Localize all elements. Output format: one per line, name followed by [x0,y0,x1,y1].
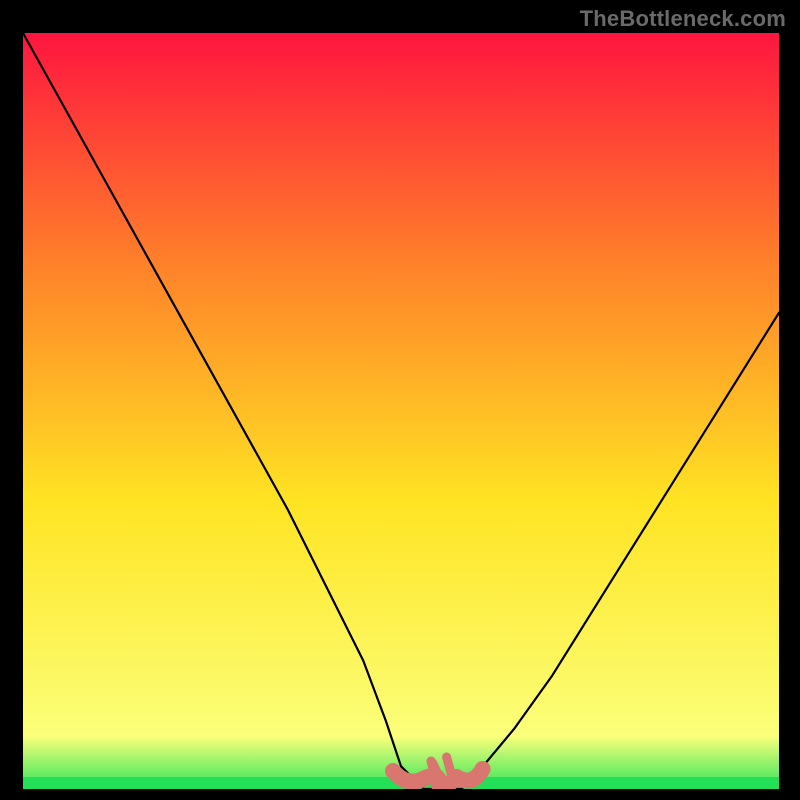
plot-area [23,33,779,789]
plot-svg [23,33,779,789]
attribution-text: TheBottleneck.com [580,6,786,32]
gradient-background [23,33,779,789]
chart-root: TheBottleneck.com [0,0,800,800]
